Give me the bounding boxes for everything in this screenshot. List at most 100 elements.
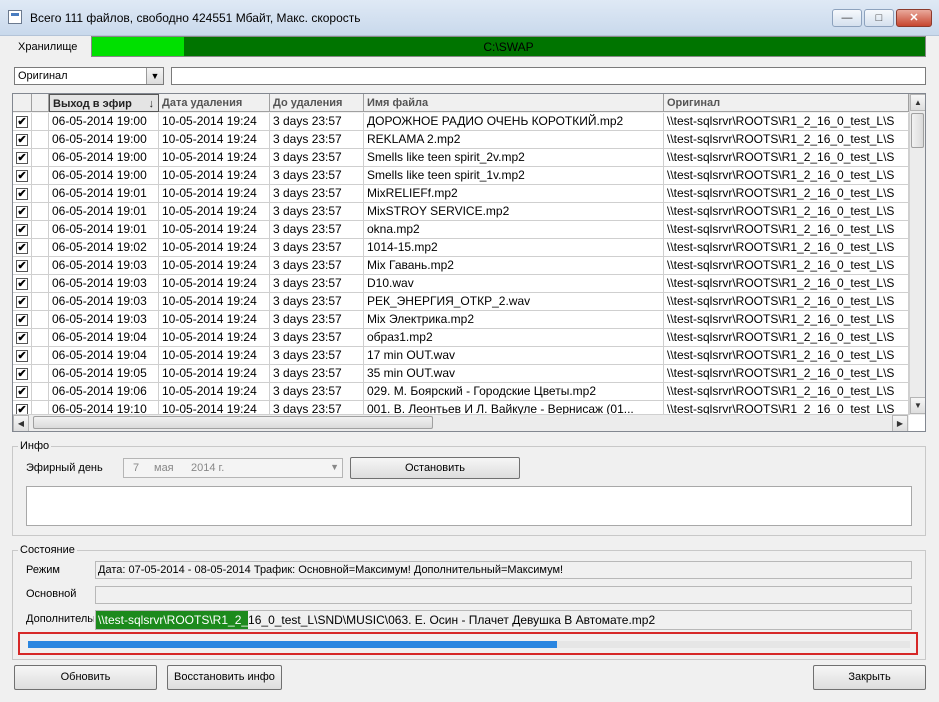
restore-info-button[interactable]: Восстановить инфо (167, 665, 282, 690)
table-cell[interactable]: Smells like teen spirit_2v.mp2 (364, 149, 664, 167)
row-checkbox[interactable]: ✔ (16, 134, 28, 146)
table-cell[interactable]: 06-05-2014 19:03 (49, 257, 159, 275)
table-cell[interactable]: \\test-sqlsrvr\ROOTS\R1_2_16_0_test_L\S (664, 167, 909, 185)
table-cell[interactable]: 06-05-2014 19:06 (49, 383, 159, 401)
table-row[interactable]: ✔ 06-05-2014 19:00 10-05-2014 19:24 3 days … (13, 167, 925, 185)
table-cell[interactable]: 3 days 23:57 (270, 329, 364, 347)
table-cell[interactable]: \\test-sqlsrvr\ROOTS\R1_2_16_0_test_L\S (664, 347, 909, 365)
row-checkbox[interactable]: ✔ (16, 332, 28, 344)
scroll-up-icon[interactable]: ▲ (910, 94, 925, 111)
table-row[interactable]: ✔ 06-05-2014 19:03 10-05-2014 19:24 3 days … (13, 275, 925, 293)
header-check[interactable] (32, 94, 49, 112)
row-checkbox[interactable]: ✔ (16, 206, 28, 218)
table-cell[interactable]: 06-05-2014 19:00 (49, 131, 159, 149)
table-cell[interactable]: 10-05-2014 19:24 (159, 131, 270, 149)
row-checkbox[interactable]: ✔ (16, 116, 28, 128)
table-cell[interactable]: 029. М. Боярский - Городские Цветы.mp2 (364, 383, 664, 401)
table-cell[interactable]: 10-05-2014 19:24 (159, 167, 270, 185)
air-day-picker[interactable]: 7 мая 2014 г. ▼ (123, 458, 343, 478)
row-checkbox[interactable]: ✔ (16, 278, 28, 290)
table-row[interactable]: ✔ 06-05-2014 19:03 10-05-2014 19:24 3 days … (13, 293, 925, 311)
table-row[interactable]: ✔ 06-05-2014 19:04 10-05-2014 19:24 3 days … (13, 347, 925, 365)
table-cell[interactable]: 3 days 23:57 (270, 257, 364, 275)
table-cell[interactable]: \\test-sqlsrvr\ROOTS\R1_2_16_0_test_L\S (664, 365, 909, 383)
table-cell[interactable]: Smells like teen spirit_1v.mp2 (364, 167, 664, 185)
table-cell[interactable]: 10-05-2014 19:24 (159, 203, 270, 221)
table-cell[interactable]: REKLAMA 2.mp2 (364, 131, 664, 149)
table-cell[interactable]: D10.wav (364, 275, 664, 293)
table-cell[interactable]: 10-05-2014 19:24 (159, 311, 270, 329)
table-cell[interactable]: 3 days 23:57 (270, 149, 364, 167)
header-delete-date[interactable]: Дата удаления (159, 94, 270, 112)
table-cell[interactable]: 35 min OUT.wav (364, 365, 664, 383)
table-cell[interactable]: 17 min OUT.wav (364, 347, 664, 365)
table-cell[interactable]: 10-05-2014 19:24 (159, 113, 270, 131)
header-air-time[interactable]: Выход в эфир ↓ (49, 94, 159, 112)
close-window-button[interactable]: ✕ (896, 9, 932, 27)
table-cell[interactable]: 10-05-2014 19:24 (159, 365, 270, 383)
table-cell[interactable]: 10-05-2014 19:24 (159, 257, 270, 275)
table-cell[interactable]: MixSTROY SERVICE.mp2 (364, 203, 664, 221)
row-checkbox[interactable]: ✔ (16, 170, 28, 182)
table-cell[interactable]: 3 days 23:57 (270, 239, 364, 257)
table-cell[interactable]: \\test-sqlsrvr\ROOTS\R1_2_16_0_test_L\S (664, 149, 909, 167)
table-cell[interactable]: 3 days 23:57 (270, 275, 364, 293)
table-cell[interactable]: 3 days 23:57 (270, 383, 364, 401)
scroll-down-icon[interactable]: ▼ (910, 397, 925, 414)
table-cell[interactable]: 06-05-2014 19:03 (49, 311, 159, 329)
chevron-down-icon[interactable]: ▼ (330, 462, 339, 472)
table-cell[interactable]: 06-05-2014 19:02 (49, 239, 159, 257)
table-cell[interactable]: 06-05-2014 19:01 (49, 185, 159, 203)
row-checkbox[interactable]: ✔ (16, 296, 28, 308)
table-cell[interactable]: 3 days 23:57 (270, 311, 364, 329)
table-row[interactable]: ✔ 06-05-2014 19:05 10-05-2014 19:24 3 days … (13, 365, 925, 383)
table-cell[interactable]: \\test-sqlsrvr\ROOTS\R1_2_16_0_test_L\S (664, 293, 909, 311)
table-cell[interactable]: 06-05-2014 19:04 (49, 347, 159, 365)
table-cell[interactable]: Mix Гавань.mp2 (364, 257, 664, 275)
filter-input[interactable] (171, 67, 926, 85)
table-cell[interactable]: okna.mp2 (364, 221, 664, 239)
table-row[interactable]: ✔ 06-05-2014 19:01 10-05-2014 19:24 3 days … (13, 203, 925, 221)
table-cell[interactable]: образ1.mp2 (364, 329, 664, 347)
table-cell[interactable]: 3 days 23:57 (270, 113, 364, 131)
table-cell[interactable]: 3 days 23:57 (270, 167, 364, 185)
table-cell[interactable]: MixRELIEFf.mp2 (364, 185, 664, 203)
row-checkbox[interactable]: ✔ (16, 260, 28, 272)
table-cell[interactable]: 3 days 23:57 (270, 347, 364, 365)
row-checkbox[interactable]: ✔ (16, 386, 28, 398)
table-cell[interactable]: \\test-sqlsrvr\ROOTS\R1_2_16_0_test_L\S (664, 329, 909, 347)
table-cell[interactable]: \\test-sqlsrvr\ROOTS\R1_2_16_0_test_L\S (664, 257, 909, 275)
table-cell[interactable]: 10-05-2014 19:24 (159, 149, 270, 167)
table-cell[interactable]: 10-05-2014 19:24 (159, 185, 270, 203)
table-cell[interactable]: 06-05-2014 19:05 (49, 365, 159, 383)
table-cell[interactable]: 10-05-2014 19:24 (159, 329, 270, 347)
table-cell[interactable]: ДОРОЖНОЕ РАДИО ОЧЕНЬ КОРОТКИЙ.mp2 (364, 113, 664, 131)
table-cell[interactable]: Mix Электрика.mp2 (364, 311, 664, 329)
header-file-name[interactable]: Имя файла (364, 94, 664, 112)
scroll-right-icon[interactable]: ▶ (892, 415, 908, 431)
table-cell[interactable]: \\test-sqlsrvr\ROOTS\R1_2_16_0_test_L\S (664, 383, 909, 401)
table-cell[interactable]: 3 days 23:57 (270, 365, 364, 383)
horizontal-scroll-thumb[interactable] (33, 416, 433, 429)
table-cell[interactable]: 06-05-2014 19:00 (49, 167, 159, 185)
table-cell[interactable]: 06-05-2014 19:00 (49, 113, 159, 131)
refresh-button[interactable]: Обновить (14, 665, 157, 690)
table-cell[interactable]: РЕК_ЭНЕРГИЯ_ОТКР_2.wav (364, 293, 664, 311)
row-checkbox[interactable]: ✔ (16, 314, 28, 326)
table-cell[interactable]: \\test-sqlsrvr\ROOTS\R1_2_16_0_test_L\S (664, 311, 909, 329)
table-cell[interactable]: \\test-sqlsrvr\ROOTS\R1_2_16_0_test_L\S (664, 275, 909, 293)
table-cell[interactable]: 3 days 23:57 (270, 131, 364, 149)
row-checkbox[interactable]: ✔ (16, 152, 28, 164)
table-cell[interactable]: 06-05-2014 19:01 (49, 221, 159, 239)
table-row[interactable]: ✔ 06-05-2014 19:03 10-05-2014 19:24 3 days … (13, 257, 925, 275)
row-checkbox[interactable]: ✔ (16, 188, 28, 200)
table-cell[interactable]: \\test-sqlsrvr\ROOTS\R1_2_16_0_test_L\S (664, 113, 909, 131)
table-row[interactable]: ✔ 06-05-2014 19:03 10-05-2014 19:24 3 days … (13, 311, 925, 329)
row-checkbox[interactable]: ✔ (16, 350, 28, 362)
maximize-button[interactable]: □ (864, 9, 894, 27)
stop-button[interactable]: Остановить (350, 457, 520, 479)
row-checkbox[interactable]: ✔ (16, 224, 28, 236)
table-cell[interactable]: \\test-sqlsrvr\ROOTS\R1_2_16_0_test_L\S (664, 221, 909, 239)
table-row[interactable]: ✔ 06-05-2014 19:00 10-05-2014 19:24 3 days … (13, 131, 925, 149)
table-cell[interactable]: 10-05-2014 19:24 (159, 347, 270, 365)
